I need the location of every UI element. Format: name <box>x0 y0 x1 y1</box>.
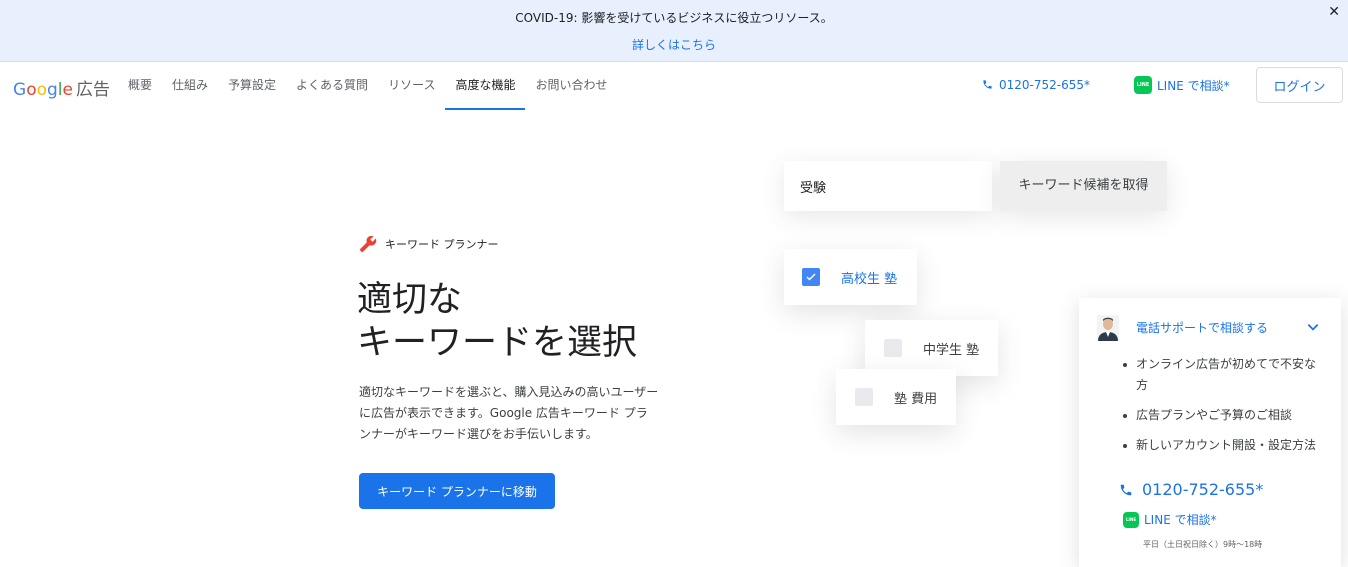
keyword-chip-label: 塾 費用 <box>894 391 938 407</box>
covid-banner: COVID-19: 影響を受けているビジネスに役立つリソース。 詳しくはこちら … <box>0 0 1348 61</box>
keyword-input[interactable]: 受験 <box>784 161 992 211</box>
keyword-planner-label: キーワード プランナー <box>359 235 499 253</box>
nav-link-advanced-features[interactable]: 高度な機能 <box>445 62 526 110</box>
checkbox-unchecked[interactable] <box>855 388 873 406</box>
keyword-planner-text: キーワード プランナー <box>385 238 499 251</box>
support-line-link[interactable]: LINE LINE で相談* <box>1123 511 1217 528</box>
nav-link-how-it-works[interactable]: 仕組み <box>162 62 218 110</box>
go-to-keyword-planner-button[interactable]: キーワード プランナーに移動 <box>359 473 555 509</box>
line-icon: LINE <box>1123 511 1139 528</box>
support-hours: 平日（土日祝日除く）9時～18時 <box>1143 540 1263 549</box>
nav-phone-link[interactable]: 0120-752-655* <box>982 78 1090 92</box>
banner-text: COVID-19: 影響を受けているビジネスに役立つリソース。 <box>515 11 833 25</box>
chevron-down-icon[interactable] <box>1306 320 1320 334</box>
nav-link-budget[interactable]: 予算設定 <box>218 62 286 110</box>
support-phone-link[interactable]: 0120-752-655* <box>1119 480 1263 499</box>
google-ads-logo[interactable]: Google 広告 <box>13 75 110 100</box>
nav-line-text: LINE で相談* <box>1157 78 1230 93</box>
keyword-chip[interactable]: 塾 費用 <box>836 369 956 425</box>
hero-title: 適切な キーワードを選択 <box>357 280 638 363</box>
list-item: オンライン広告が初めてで不安な方 <box>1121 354 1321 396</box>
phone-icon <box>1120 484 1132 495</box>
nav-phone-text: 0120-752-655* <box>999 78 1091 92</box>
nav-line-link[interactable]: LINE LINE で相談* <box>1134 76 1230 94</box>
hero-description: 適切なキーワードを選ぶと、購入見込みの高いユーザーに広告が表示できます。Goog… <box>359 385 659 441</box>
close-icon[interactable]: ✕ <box>1328 4 1340 20</box>
top-nav: Google 広告 概要 仕組み 予算設定 よくある質問 リソース 高度な機能 お… <box>0 61 1348 110</box>
keyword-chip-label: 中学生 塾 <box>923 342 980 358</box>
nav-link-contact[interactable]: お問い合わせ <box>525 62 617 110</box>
login-button[interactable]: ログイン <box>1256 67 1343 103</box>
nav-link-faq[interactable]: よくある質問 <box>286 62 378 110</box>
support-line-text: LINE で相談* <box>1144 513 1217 527</box>
support-phone-text: 0120-752-655* <box>1142 480 1264 499</box>
banner-details-link[interactable]: 詳しくはこちら <box>0 36 1348 53</box>
line-icon: LINE <box>1134 76 1152 94</box>
get-keyword-ideas-button[interactable]: キーワード候補を取得 <box>1000 161 1167 211</box>
keyword-chip-label: 高校生 塾 <box>841 271 898 287</box>
nav-link-overview[interactable]: 概要 <box>118 62 162 110</box>
support-topics-list: オンライン広告が初めてで不安な方 広告プランやご予算のご相談 新しいアカウント開… <box>1121 354 1321 465</box>
list-item: 新しいアカウント開設・設定方法 <box>1121 435 1321 456</box>
checkbox-unchecked[interactable] <box>884 339 902 357</box>
phone-icon <box>983 80 992 89</box>
phone-support-title[interactable]: 電話サポートで相談する <box>1136 319 1268 336</box>
support-agent-avatar <box>1097 315 1119 341</box>
phone-support-panel: 電話サポートで相談する オンライン広告が初めてで不安な方 広告プランやご予算のご… <box>1079 298 1341 567</box>
nav-links: 概要 仕組み 予算設定 よくある質問 リソース 高度な機能 お問い合わせ <box>118 62 618 110</box>
keyword-chip[interactable]: 中学生 塾 <box>865 320 998 376</box>
keyword-chip[interactable]: 高校生 塾 <box>784 249 917 305</box>
wrench-icon <box>359 235 377 253</box>
check-icon <box>806 273 816 281</box>
checkbox-checked[interactable] <box>802 268 820 286</box>
nav-link-resources[interactable]: リソース <box>378 62 445 110</box>
list-item: 広告プランやご予算のご相談 <box>1121 405 1321 426</box>
